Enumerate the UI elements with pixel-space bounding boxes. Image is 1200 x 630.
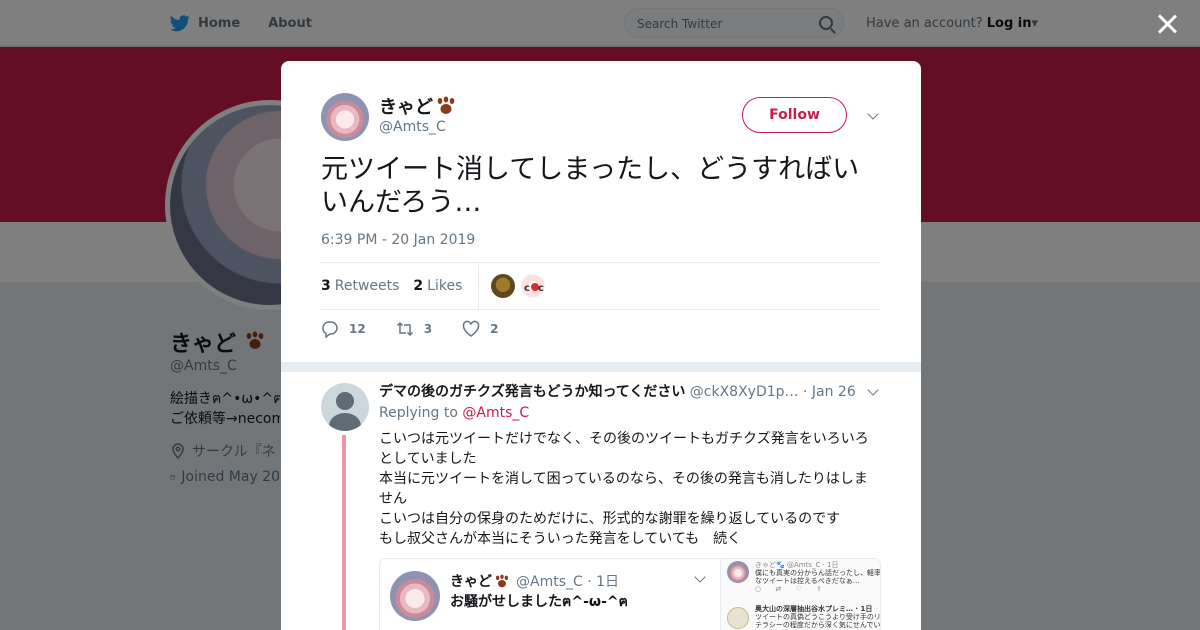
retweets-label: Retweets — [334, 278, 400, 294]
close-icon[interactable] — [1155, 12, 1179, 36]
paw-icon — [495, 574, 509, 587]
retweet-button[interactable]: 3 — [396, 320, 432, 338]
tweet-author-name-text: きゃど — [379, 97, 433, 118]
reply-text-line: 本当に元ツイートを消して困っているのなら、その後の発言も消したりはしま — [379, 471, 868, 487]
quote-author: きゃど @Amts_C · 1日 — [450, 571, 619, 591]
like-button[interactable]: 2 — [462, 320, 498, 338]
chevron-down-icon[interactable] — [867, 108, 879, 120]
reply-header: デマの後のガチクズ発言もどうか知ってください @ckX8XyD1p… · Jan… — [379, 381, 856, 401]
chevron-down-icon[interactable] — [867, 384, 879, 396]
replying-to-handle[interactable]: @Amts_C — [462, 405, 529, 421]
retweets-stat[interactable]: 3 Retweets — [321, 278, 399, 294]
chevron-down-icon — [694, 571, 706, 583]
reply-text: こいつは元ツイートだけでなく、その後のツイートもガチクズ発言をいろいろ としてい… — [379, 429, 873, 549]
screenshot-line: 奥大山の深層抽出谷水プレミ… · 1日 — [755, 605, 873, 613]
screenshot-line: ツイートの真偽どうこうより受け手のリ — [755, 613, 881, 621]
heart-icon — [462, 320, 480, 337]
tweet-author-name[interactable]: きゃど — [379, 93, 457, 119]
quote-author-name: きゃど — [450, 574, 492, 590]
retweets-count: 3 — [321, 278, 331, 294]
replying-to: Replying to @Amts_C — [379, 405, 529, 421]
reply-text-line: こいつは自分の保身のためだけに、形式的な謝罪を繰り返しているのです — [379, 511, 841, 527]
reply-date[interactable]: · Jan 26 — [803, 384, 856, 400]
tweet-author-avatar[interactable] — [321, 93, 369, 141]
liker-logo-icon: cc — [524, 283, 544, 294]
screenshot-line: きゃど🐾 @Amts_C · 1日 — [755, 561, 839, 569]
thread-line — [342, 435, 346, 630]
svg-text:c: c — [538, 283, 544, 294]
replying-to-label: Replying to — [379, 405, 458, 421]
reply-text-line: としていました — [379, 451, 477, 467]
tweet-stats: 3 Retweets 2 Likes cc — [321, 262, 881, 310]
reply-text-line: せん — [379, 491, 407, 507]
paw-icon — [437, 96, 455, 114]
follow-button[interactable]: Follow — [742, 97, 847, 133]
quote-text: お騒がせしましたฅ^-ω-^ฅ — [450, 594, 628, 610]
like-count: 2 — [490, 322, 499, 336]
likes-stat[interactable]: 2 Likes — [413, 278, 462, 294]
reply-count: 12 — [349, 322, 366, 336]
reply-author-handle[interactable]: @ckX8XyD1p… — [690, 384, 799, 400]
likes-label: Likes — [427, 278, 463, 294]
liker-avatar[interactable]: cc — [521, 274, 546, 298]
tweet-author-handle[interactable]: @Amts_C — [379, 119, 446, 135]
reply-author-name[interactable]: デマの後のガチクズ発言もどうか知ってください — [379, 384, 685, 400]
likes-count: 2 — [413, 278, 424, 294]
reply-icon — [322, 321, 338, 338]
tweet-modal: きゃど @Amts_C Follow 元ツイート消してしまったし、どうすればいい… — [281, 61, 921, 630]
screenshot-line: 僕にも真実の分からん話だったし、軽率 — [755, 569, 881, 577]
screenshot-text: きゃど🐾 @Amts_C · 1日 僕にも真実の分からん話だったし、軽率 なツイ… — [755, 561, 881, 593]
reply-text-line: こいつは元ツイートだけでなく、その後のツイートもガチクズ発言をいろいろ — [379, 431, 869, 447]
quote-handle-date: @Amts_C · 1日 — [516, 574, 620, 590]
retweet-icon — [396, 321, 413, 337]
retweet-count: 3 — [423, 322, 433, 336]
screenshot-avatar — [727, 561, 749, 583]
reply-author-avatar[interactable] — [321, 383, 369, 431]
attached-screenshot[interactable]: きゃど @Amts_C · 1日 お騒がせしましたฅ^-ω-^ฅ きゃど🐾 @A… — [379, 558, 881, 630]
screenshot-line: テラシーの程度だから深く気にせんでい — [755, 621, 881, 629]
screenshot-avatar — [727, 607, 749, 629]
screenshot-actions-icon: ○ ⇄ ♡ ⇪ — [755, 585, 828, 593]
tweet-actions: 12 3 2 — [321, 320, 528, 338]
liker-avatar[interactable] — [491, 274, 516, 298]
tweet-timestamp[interactable]: 6:39 PM - 20 Jan 2019 — [321, 232, 475, 248]
reply-text-line: もし叔父さんが本当にそういった発言をしていても 続く — [379, 531, 742, 547]
screenshot-line: なツイートは控えるべきだなぁ… — [755, 577, 860, 585]
svg-text:c: c — [524, 283, 530, 294]
tweet-text: 元ツイート消してしまったし、どうすればいいんだろう… — [321, 154, 860, 218]
reply-button[interactable]: 12 — [321, 320, 366, 338]
screenshot-panel: きゃど🐾 @Amts_C · 1日 僕にも真実の分からん話だったし、軽率 なツイ… — [720, 559, 881, 630]
screenshot-text: 奥大山の深層抽出谷水プレミ… · 1日 ツイートの真偽どうこうより受け手のリ テ… — [755, 605, 881, 629]
stats-divider — [478, 262, 480, 310]
replies-divider — [281, 362, 921, 372]
quote-avatar — [390, 571, 440, 621]
